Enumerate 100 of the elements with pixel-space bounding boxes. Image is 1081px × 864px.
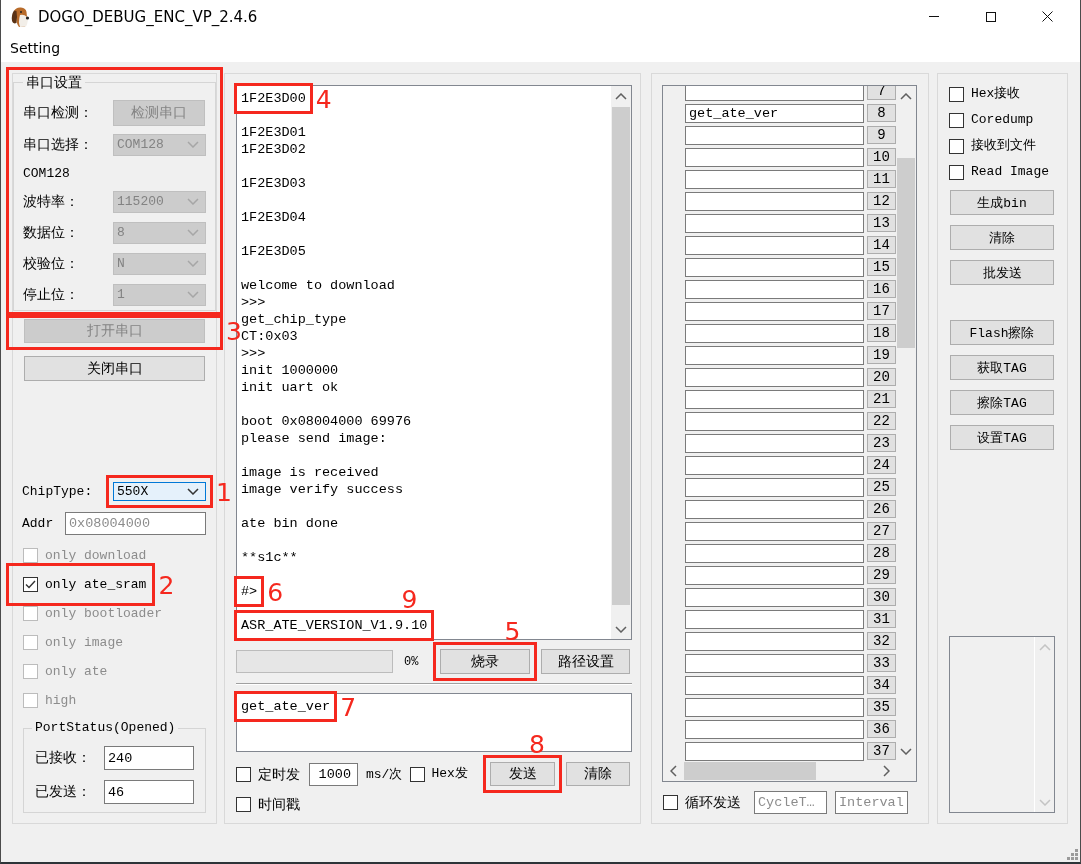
dropdown[interactable]: 550X xyxy=(113,482,206,501)
scrollbar-thumb[interactable] xyxy=(897,158,915,348)
menu-item[interactable]: Setting xyxy=(9,38,62,57)
command-input[interactable] xyxy=(685,86,864,101)
command-input[interactable] xyxy=(685,434,864,453)
number-button[interactable]: 30 xyxy=(867,588,896,606)
checkbox[interactable] xyxy=(949,138,964,154)
command-input[interactable] xyxy=(685,698,864,717)
number-button[interactable]: 19 xyxy=(867,346,896,364)
chevron-up-icon[interactable] xyxy=(900,92,912,100)
number-button[interactable]: 34 xyxy=(867,676,896,694)
number-button[interactable]: 37 xyxy=(867,742,896,760)
cycle-input[interactable]: CycleT… xyxy=(754,790,827,814)
number-button[interactable]: 16 xyxy=(867,280,896,298)
command-input[interactable] xyxy=(685,588,864,607)
number-button[interactable]: 24 xyxy=(867,456,896,474)
period-input[interactable]: 1000 xyxy=(309,762,358,786)
command-input[interactable] xyxy=(685,566,864,585)
number-button[interactable]: 23 xyxy=(867,434,896,452)
number-button[interactable]: 9 xyxy=(867,126,896,144)
command-input[interactable] xyxy=(685,478,864,497)
command-input[interactable] xyxy=(685,500,864,519)
tool-button[interactable]: 清除 xyxy=(950,225,1054,250)
command-input[interactable] xyxy=(685,148,864,167)
number-button[interactable]: 20 xyxy=(867,368,896,386)
number-button[interactable]: 27 xyxy=(867,522,896,540)
number-button[interactable]: 35 xyxy=(867,698,896,716)
chevron-down-icon[interactable] xyxy=(615,625,627,633)
number-button[interactable]: 17 xyxy=(867,302,896,320)
number-button[interactable]: 21 xyxy=(867,390,896,408)
number-button[interactable]: 10 xyxy=(867,148,896,166)
number-button[interactable]: 25 xyxy=(867,478,896,496)
number-button[interactable]: 12 xyxy=(867,192,896,210)
chevron-down-icon[interactable] xyxy=(900,747,912,755)
port-button[interactable]: 关闭串口 xyxy=(24,356,205,381)
checkbox[interactable] xyxy=(236,796,251,812)
tool-button[interactable]: 批发送 xyxy=(950,260,1054,285)
command-input[interactable] xyxy=(685,676,864,695)
action-button[interactable]: 清除 xyxy=(566,762,630,786)
tool-button[interactable]: 获取TAG xyxy=(950,355,1054,380)
action-button[interactable]: 发送 xyxy=(490,762,555,786)
interval-input[interactable]: Interval xyxy=(835,790,908,814)
tool-button[interactable]: Flash擦除 xyxy=(950,320,1054,345)
command-input[interactable] xyxy=(685,632,864,651)
number-button[interactable]: 22 xyxy=(867,412,896,430)
number-button[interactable]: 15 xyxy=(867,258,896,276)
command-input[interactable] xyxy=(685,170,864,189)
command-input[interactable] xyxy=(685,742,864,761)
command-input[interactable]: get_ate_ver xyxy=(685,104,864,123)
checkbox[interactable] xyxy=(410,766,426,782)
chevron-left-icon[interactable] xyxy=(669,765,677,777)
command-input[interactable] xyxy=(685,522,864,541)
action-button[interactable]: 路径设置 xyxy=(541,649,631,674)
number-button[interactable]: 14 xyxy=(867,236,896,254)
text-area[interactable] xyxy=(949,636,1055,813)
tool-button[interactable]: 擦除TAG xyxy=(950,390,1054,415)
number-button[interactable]: 33 xyxy=(867,654,896,672)
checkbox[interactable] xyxy=(949,86,964,102)
number-button[interactable]: 7 xyxy=(867,86,896,100)
command-input[interactable] xyxy=(685,544,864,563)
command-input[interactable] xyxy=(685,346,864,365)
tool-button[interactable]: 生成bin xyxy=(950,190,1054,215)
checkbox[interactable] xyxy=(663,794,678,810)
number-button[interactable]: 36 xyxy=(867,720,896,738)
command-input[interactable] xyxy=(685,236,864,255)
number-button[interactable]: 18 xyxy=(867,324,896,342)
command-input[interactable] xyxy=(685,192,864,211)
command-input[interactable] xyxy=(685,610,864,629)
number-button[interactable]: 8 xyxy=(867,104,896,122)
command-input[interactable] xyxy=(685,258,864,277)
command-input[interactable] xyxy=(685,720,864,739)
checkbox[interactable] xyxy=(949,112,964,128)
command-input[interactable] xyxy=(685,324,864,343)
number-button[interactable]: 28 xyxy=(867,544,896,562)
checkbox[interactable] xyxy=(23,577,38,592)
command-input[interactable] xyxy=(685,390,864,409)
command-input[interactable] xyxy=(685,280,864,299)
number-button[interactable]: 13 xyxy=(867,214,896,232)
chevron-up-icon[interactable] xyxy=(615,92,627,100)
number-button[interactable]: 26 xyxy=(867,500,896,518)
number-button[interactable]: 31 xyxy=(867,610,896,628)
command-input[interactable] xyxy=(685,214,864,233)
number-button[interactable]: 29 xyxy=(867,566,896,584)
address-input[interactable]: 0x08004000 xyxy=(65,512,206,535)
resize-grip-icon[interactable] xyxy=(1067,849,1078,860)
command-input[interactable] xyxy=(685,456,864,475)
command-input[interactable] xyxy=(685,368,864,387)
number-button[interactable]: 11 xyxy=(867,170,896,188)
scrollbar-thumb[interactable] xyxy=(612,107,630,605)
tool-button[interactable]: 设置TAG xyxy=(950,425,1054,450)
checkbox[interactable] xyxy=(949,164,964,180)
chevron-right-icon[interactable] xyxy=(882,765,890,777)
command-input[interactable] xyxy=(685,654,864,673)
command-input[interactable] xyxy=(685,412,864,431)
command-input[interactable] xyxy=(685,302,864,321)
scrollbar[interactable] xyxy=(611,86,631,639)
counter-field[interactable]: 46 xyxy=(104,780,194,804)
checkbox[interactable] xyxy=(236,766,251,782)
counter-field[interactable]: 240 xyxy=(104,746,194,770)
command-input[interactable] xyxy=(685,126,864,145)
